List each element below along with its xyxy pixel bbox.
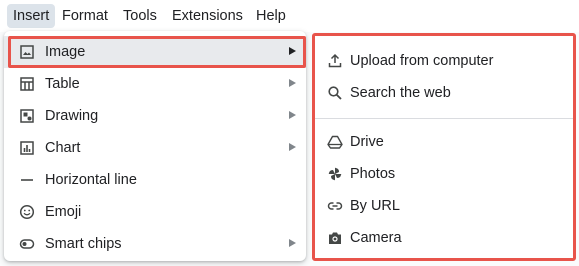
submenu-item-label: Photos	[350, 166, 396, 182]
submenu-item-label: Drive	[350, 134, 384, 150]
menu-tools[interactable]: Tools	[117, 4, 163, 28]
submenu-arrow-icon	[289, 79, 296, 87]
submenu-item-label: Camera	[350, 230, 402, 246]
search-icon	[327, 85, 343, 101]
drawing-icon	[19, 108, 35, 124]
insert-menu-item-label: Chart	[45, 140, 81, 156]
image-submenu: Upload from computer Search the web Driv…	[312, 33, 576, 261]
photos-icon	[327, 166, 343, 182]
insert-menu-item-table[interactable]: Table	[4, 68, 306, 100]
submenu-item-search-web[interactable]: Search the web	[315, 77, 573, 109]
emoji-icon	[19, 204, 35, 220]
submenu-item-drive[interactable]: Drive	[315, 126, 573, 158]
menubar: Insert Format Tools Extensions Help	[0, 0, 579, 32]
submenu-item-photos[interactable]: Photos	[315, 158, 573, 190]
insert-menu-item-horizontal-line[interactable]: Horizontal line	[4, 164, 306, 196]
submenu-item-label: By URL	[350, 198, 400, 214]
menu-insert[interactable]: Insert	[7, 4, 56, 28]
insert-menu-item-label: Smart chips	[45, 236, 122, 252]
insert-menu-item-label: Emoji	[45, 204, 82, 220]
smart-chips-icon	[19, 236, 35, 252]
insert-menu-item-label: Drawing	[45, 108, 99, 124]
insert-menu-item-smart-chips[interactable]: Smart chips	[4, 228, 306, 260]
submenu-arrow-icon	[289, 239, 296, 247]
menu-format[interactable]: Format	[56, 4, 114, 28]
camera-icon	[327, 230, 343, 246]
insert-menu-item-emoji[interactable]: Emoji	[4, 196, 306, 228]
menu-extensions[interactable]: Extensions	[166, 4, 249, 28]
submenu-arrow-icon	[289, 143, 296, 151]
chart-icon	[19, 140, 35, 156]
submenu-item-label: Upload from computer	[350, 53, 494, 69]
submenu-arrow-icon	[289, 111, 296, 119]
insert-menu-item-label: Table	[45, 76, 80, 92]
submenu-item-upload[interactable]: Upload from computer	[315, 45, 573, 77]
insert-menu-item-chart[interactable]: Chart	[4, 132, 306, 164]
link-icon	[327, 198, 343, 214]
submenu-divider	[315, 118, 573, 119]
horizontal-line-icon	[19, 172, 35, 188]
menu-help[interactable]: Help	[250, 4, 292, 28]
insert-menu-item-label: Horizontal line	[45, 172, 137, 188]
insert-menu-item-drawing[interactable]: Drawing	[4, 100, 306, 132]
image-item-highlight-box	[8, 36, 306, 68]
submenu-item-camera[interactable]: Camera	[315, 222, 573, 254]
submenu-item-by-url[interactable]: By URL	[315, 190, 573, 222]
submenu-item-label: Search the web	[350, 85, 451, 101]
upload-icon	[327, 53, 343, 69]
table-icon	[19, 76, 35, 92]
drive-icon	[327, 134, 343, 150]
